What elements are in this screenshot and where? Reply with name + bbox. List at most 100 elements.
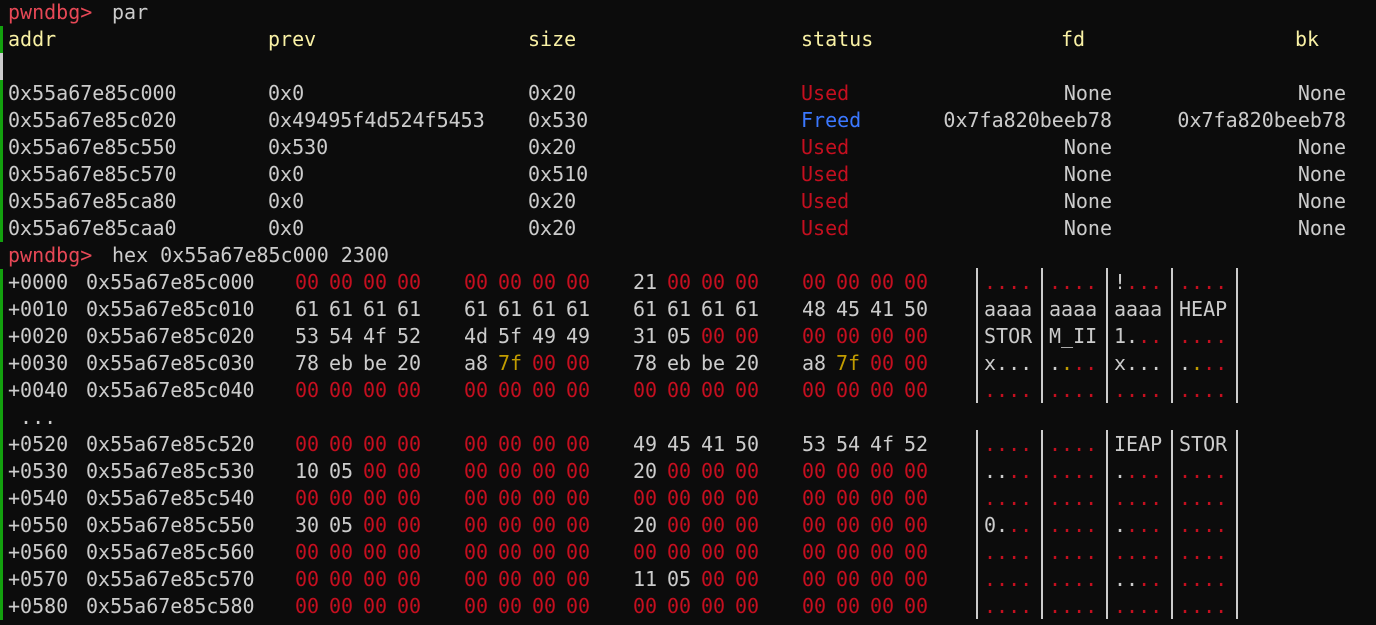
chunk-size: 0x530	[528, 108, 589, 132]
ascii-separator	[1106, 322, 1108, 349]
ascii-group: ....	[984, 594, 1033, 618]
prompt: pwndbg>	[8, 0, 93, 24]
chunk-size: 0x20	[528, 135, 577, 159]
hex-byte: 00	[870, 567, 895, 591]
hexdump-row: +0020 0x55a67e85c020 53 54 4f 52 4d 5f 49 49 31 05 0…	[0, 322, 1376, 350]
chunk-fd: None	[1063, 162, 1112, 186]
hex-byte: 00	[836, 378, 861, 402]
hex-byte: 00	[870, 324, 895, 348]
hex-byte: 00	[397, 594, 422, 618]
ascii-group: STOR	[984, 324, 1033, 348]
chunk-size: 0x20	[528, 81, 577, 105]
hex-byte: 10	[295, 459, 320, 483]
ascii-group: ....	[984, 540, 1033, 564]
hex-byte: 00	[735, 567, 760, 591]
hex-byte: 53	[802, 432, 827, 456]
ascii-separator	[1171, 376, 1173, 403]
hex-byte: 00	[802, 459, 827, 483]
ascii-separator	[1236, 457, 1238, 484]
hex-byte: a8	[464, 351, 489, 375]
hex-byte: be	[701, 351, 726, 375]
hex-byte: 00	[836, 459, 861, 483]
ascii-group: ....	[1049, 486, 1098, 510]
ascii-group: ....	[1049, 270, 1098, 294]
ascii-group: 1...	[1114, 324, 1163, 348]
chunk-addr: 0x55a67e85c550	[8, 135, 177, 159]
hex-byte: 00	[464, 594, 489, 618]
hex-byte: 45	[836, 297, 861, 321]
hexdump-row: +0520 0x55a67e85c520 00 00 00 00 00 00 00 00 49 45 4…	[0, 430, 1376, 458]
hex-byte: 00	[532, 513, 557, 537]
hex-byte: 00	[295, 594, 320, 618]
ascii-separator	[976, 376, 978, 403]
gutter-marker	[0, 107, 3, 134]
hexdump-row: +0570 0x55a67e85c570 00 00 00 00 00 00 00 00 11 05 0…	[0, 565, 1376, 593]
hex-byte: 78	[633, 351, 658, 375]
gutter-marker	[0, 485, 3, 512]
heap-table-header: addr prev size status fd bk	[0, 26, 1376, 53]
hex-address: 0x55a67e85c580	[86, 594, 255, 618]
hex-byte: 00	[904, 351, 929, 375]
hexdump-row: +0010 0x55a67e85c010 61 61 61 61 61 61 61 61 61 61 6…	[0, 295, 1376, 323]
hex-byte: 00	[464, 486, 489, 510]
col-prev-header: prev	[268, 27, 317, 51]
chunk-status: Used	[801, 189, 850, 213]
hex-byte: 00	[870, 351, 895, 375]
hex-byte: 50	[904, 297, 929, 321]
ascii-separator	[1041, 295, 1043, 322]
hex-byte: 00	[633, 486, 658, 510]
ascii-group: ....	[984, 567, 1033, 591]
hex-byte: 00	[498, 432, 523, 456]
hex-byte: 00	[532, 567, 557, 591]
ascii-group: M_II	[1049, 324, 1098, 348]
hex-byte: 00	[363, 270, 388, 294]
hex-byte: 00	[566, 270, 591, 294]
ascii-separator	[1041, 376, 1043, 403]
hex-byte: 00	[329, 432, 354, 456]
hex-byte: 49	[633, 432, 658, 456]
hex-byte: 00	[802, 486, 827, 510]
hex-byte: 00	[566, 459, 591, 483]
ascii-separator	[1171, 457, 1173, 484]
hex-address: 0x55a67e85c560	[86, 540, 255, 564]
gutter-marker	[0, 53, 3, 80]
hex-byte: 00	[532, 351, 557, 375]
terminal-window[interactable]: pwndbg> par addr prev size status fd bk …	[0, 0, 1376, 625]
chunk-fd: None	[1063, 189, 1112, 213]
hexdump-row: +0030 0x55a67e85c030 78 eb be 20 a8 7f 00 00 78 eb b…	[0, 349, 1376, 377]
hexdump-row: +0530 0x55a67e85c530 10 05 00 00 00 00 00 00 20 00 0…	[0, 457, 1376, 485]
ascii-separator	[976, 430, 978, 457]
hex-byte: 00	[464, 378, 489, 402]
hex-byte: 05	[667, 324, 692, 348]
chunk-fd: 0x7fa820beeb78	[943, 108, 1112, 132]
chunk-addr: 0x55a67e85caa0	[8, 216, 177, 240]
prompt-line-2: pwndbg> hex 0x55a67e85c000 2300	[0, 242, 1376, 269]
ascii-group: aaaa	[1114, 297, 1163, 321]
chunk-addr: 0x55a67e85c570	[8, 162, 177, 186]
hex-byte: a8	[802, 351, 827, 375]
ascii-separator	[976, 322, 978, 349]
hex-byte: 00	[836, 324, 861, 348]
ascii-group: ....	[984, 378, 1033, 402]
hex-byte: 00	[566, 432, 591, 456]
ascii-separator	[1236, 322, 1238, 349]
ascii-group: ....	[1179, 594, 1228, 618]
hex-byte: 49	[532, 324, 557, 348]
ascii-separator	[1041, 565, 1043, 592]
hex-byte: 52	[904, 432, 929, 456]
hex-byte: 61	[329, 297, 354, 321]
hex-byte: 00	[633, 378, 658, 402]
hex-byte: 05	[329, 513, 354, 537]
chunk-status: Used	[801, 162, 850, 186]
hex-offset: +0520	[8, 432, 69, 456]
hex-byte: 00	[701, 540, 726, 564]
hexdump-row: +0580 0x55a67e85c580 00 00 00 00 00 00 00 00 00 00 0…	[0, 592, 1376, 620]
hex-byte: 00	[295, 486, 320, 510]
hex-byte: 7f	[836, 351, 861, 375]
hex-byte: 00	[735, 378, 760, 402]
ascii-group: ....	[1049, 459, 1098, 483]
chunk-bk: None	[1297, 162, 1346, 186]
hex-byte: 4f	[363, 324, 388, 348]
hex-offset: +0020	[8, 324, 69, 348]
hex-byte: 00	[363, 540, 388, 564]
